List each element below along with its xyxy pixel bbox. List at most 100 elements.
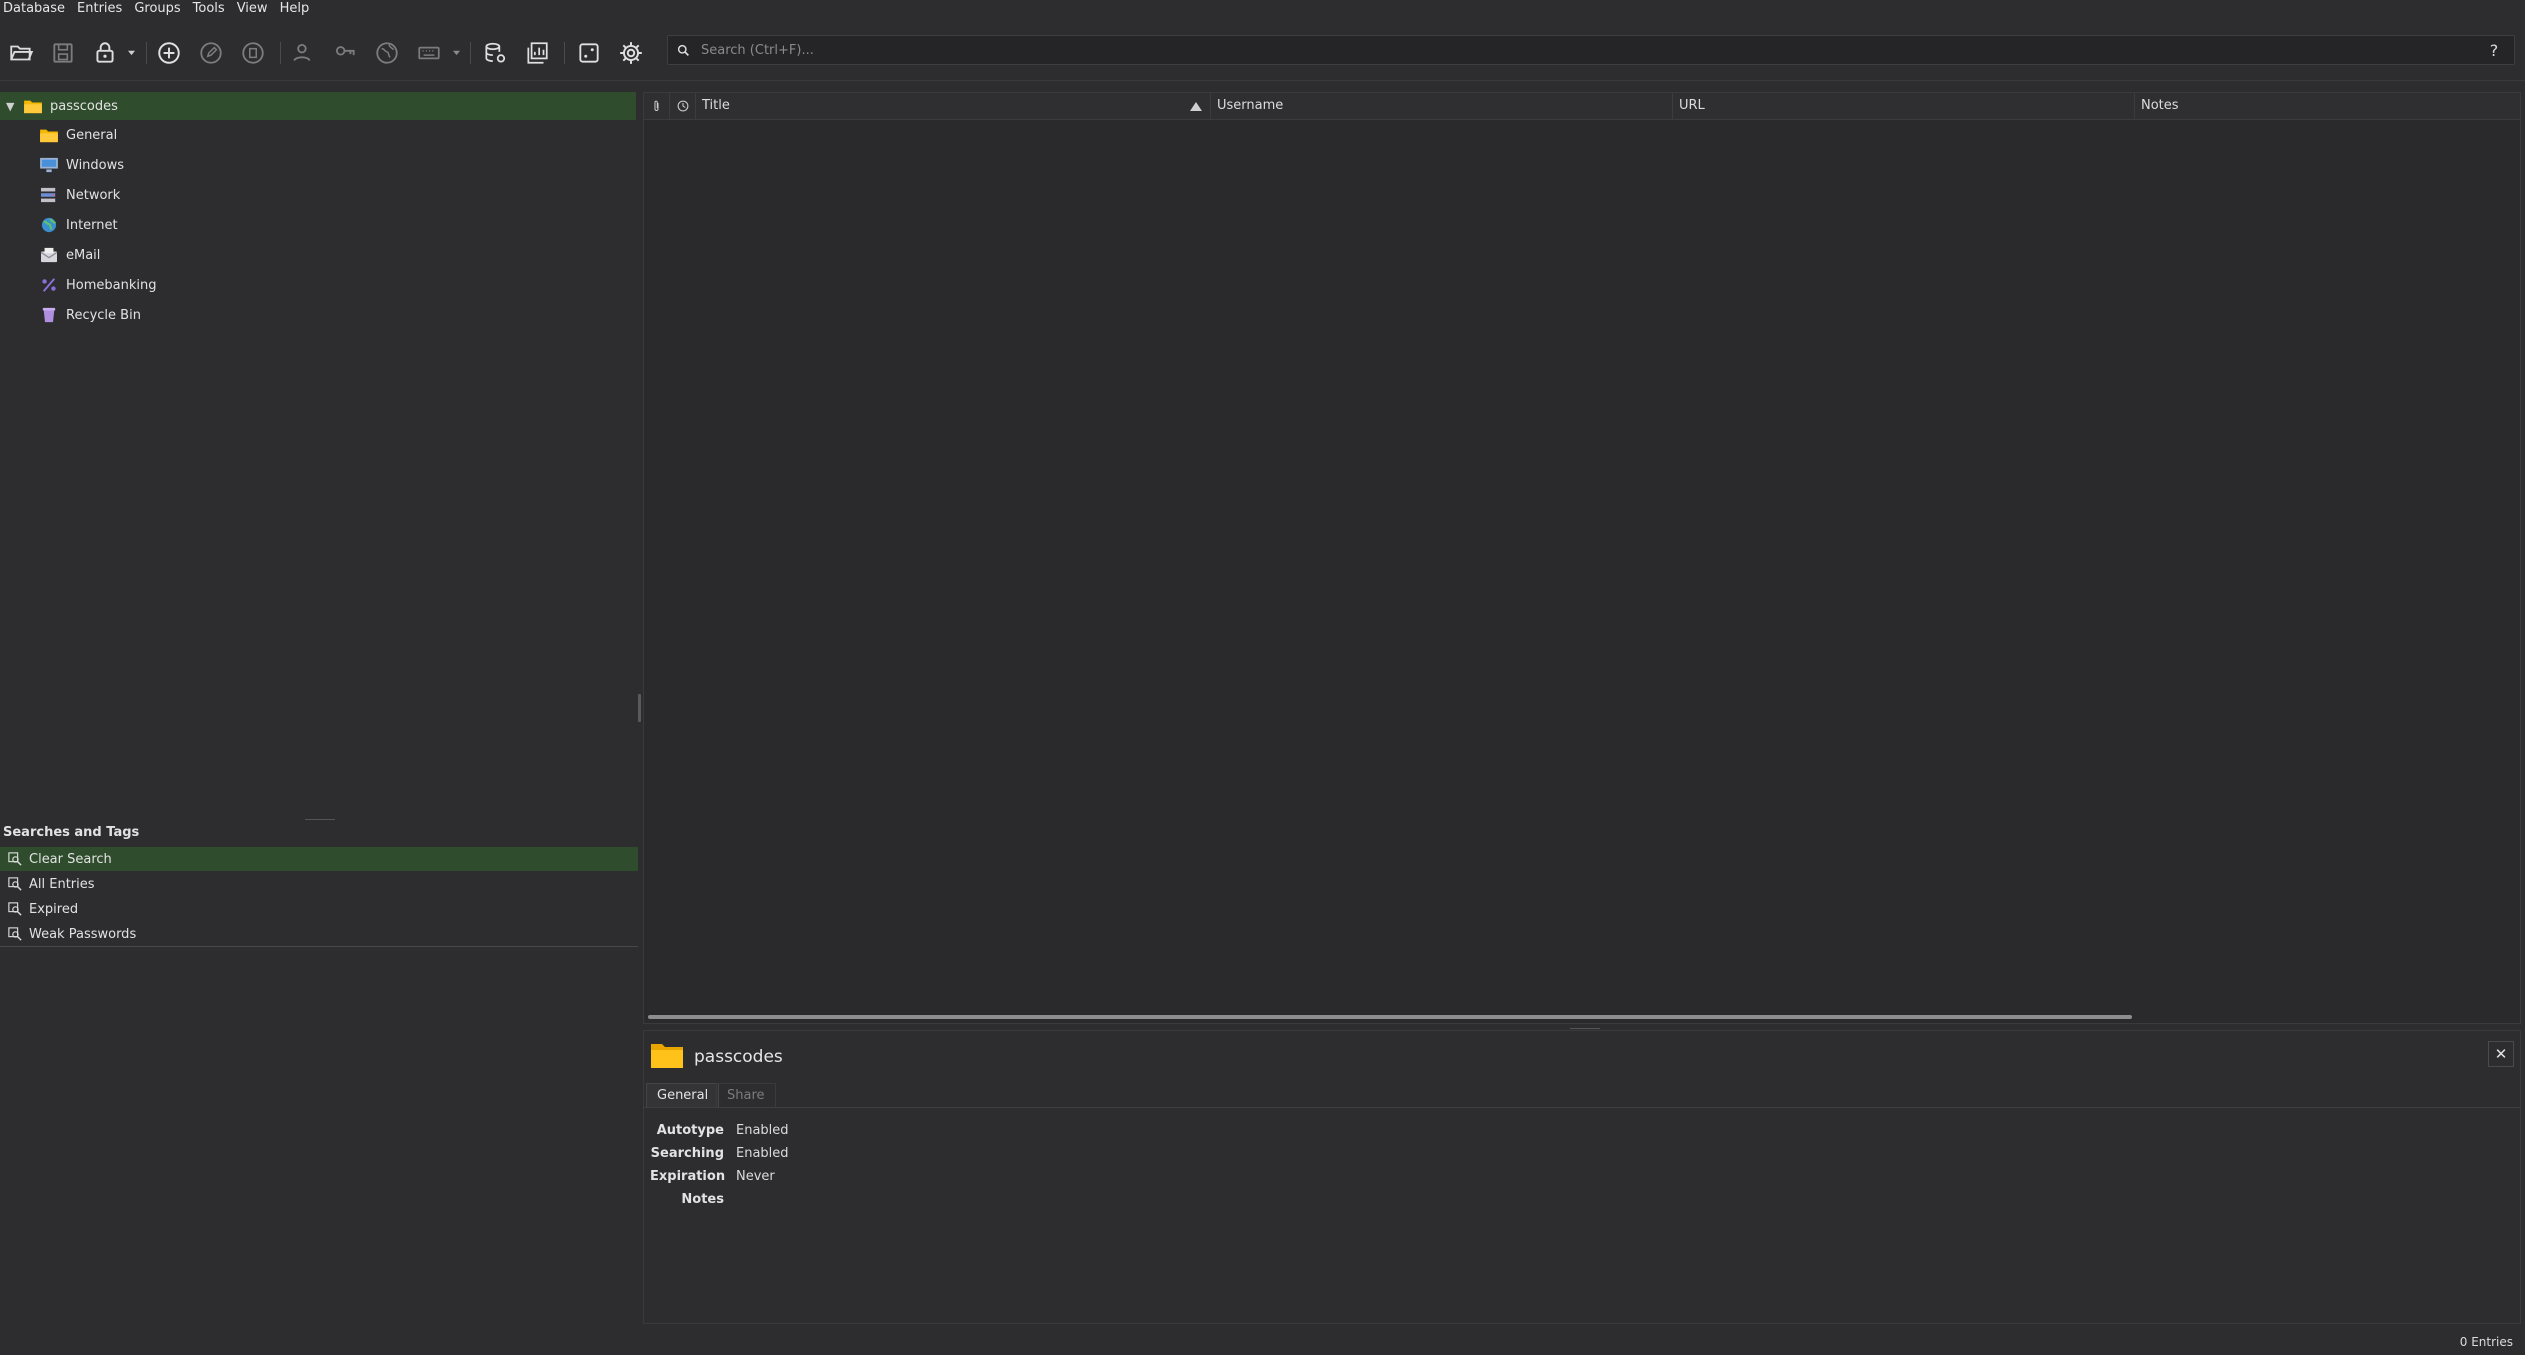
- group-item-general[interactable]: General: [38, 121, 117, 149]
- details-header: passcodes: [650, 1039, 783, 1075]
- column-title[interactable]: Title: [696, 93, 1211, 119]
- copy-password-button[interactable]: [330, 38, 360, 68]
- close-icon: ✕: [2494, 1045, 2508, 1063]
- globe-icon: [376, 42, 398, 64]
- column-username[interactable]: Username: [1211, 93, 1673, 119]
- search-item-label: All Entries: [29, 876, 95, 892]
- searches-divider: [0, 946, 638, 947]
- column-url-label: URL: [1679, 98, 1705, 113]
- key-icon: [335, 46, 355, 56]
- detail-row-searching: Searching Enabled: [650, 1142, 789, 1164]
- clock-icon: [677, 100, 688, 112]
- copy-username-button[interactable]: [288, 38, 318, 68]
- lock-database-button[interactable]: [90, 38, 120, 68]
- saved-search-icon: [7, 901, 23, 917]
- column-url[interactable]: URL: [1673, 93, 2135, 119]
- group-item-homebanking[interactable]: Homebanking: [38, 271, 156, 299]
- trash-circle-icon: [242, 42, 264, 64]
- group-root-passcodes[interactable]: ▼ passcodes: [0, 92, 636, 120]
- copy-url-button[interactable]: [372, 38, 402, 68]
- group-label: Windows: [66, 157, 125, 173]
- tab-share[interactable]: Share: [716, 1083, 776, 1107]
- status-entry-count: 0 Entries: [2459, 1335, 2513, 1349]
- reports-button[interactable]: [522, 38, 552, 68]
- column-notes[interactable]: Notes: [2135, 93, 2520, 119]
- database-settings-icon: [485, 42, 506, 63]
- group-tree: ▼ passcodes General Windows Network Inte…: [0, 92, 640, 812]
- search-item-label: Expired: [29, 901, 79, 917]
- menu-help[interactable]: Help: [276, 0, 318, 20]
- detail-row-notes: Notes: [650, 1188, 736, 1210]
- panel-splitter-handle[interactable]: [638, 694, 641, 722]
- toolbar-separator: [280, 42, 281, 64]
- settings-button[interactable]: [616, 38, 646, 68]
- detail-row-autotype: Autotype Enabled: [650, 1119, 789, 1141]
- group-label: Internet: [66, 217, 118, 233]
- group-item-recycle-bin[interactable]: Recycle Bin: [38, 301, 141, 329]
- toolbar-separator: [146, 42, 147, 64]
- open-database-button[interactable]: [6, 38, 36, 68]
- group-item-email[interactable]: eMail: [38, 241, 100, 269]
- group-label: passcodes: [50, 98, 118, 114]
- network-server-icon: [38, 185, 60, 205]
- menu-view[interactable]: View: [233, 0, 276, 20]
- group-item-windows[interactable]: Windows: [38, 151, 124, 179]
- autotype-button[interactable]: [414, 38, 444, 68]
- password-generator-button[interactable]: [574, 38, 604, 68]
- entry-table[interactable]: Title Username URL Notes: [643, 92, 2521, 1024]
- saved-search-icon: [7, 926, 23, 942]
- database-settings-button[interactable]: [480, 38, 510, 68]
- detail-value: Enabled: [736, 1145, 789, 1161]
- menu-bar: Database Entries Groups Tools View Help: [0, 0, 2525, 20]
- group-label: Recycle Bin: [66, 307, 141, 323]
- group-item-internet[interactable]: Internet: [38, 211, 118, 239]
- tab-general[interactable]: General: [646, 1083, 720, 1107]
- search-item-label: Clear Search: [29, 851, 112, 867]
- close-details-button[interactable]: ✕: [2488, 1041, 2514, 1067]
- menu-tools[interactable]: Tools: [189, 0, 233, 20]
- save-database-button[interactable]: [48, 38, 78, 68]
- search-item-label: Weak Passwords: [29, 926, 137, 942]
- sort-ascending-icon: [1190, 102, 1202, 111]
- menu-database[interactable]: Database: [0, 0, 73, 20]
- user-icon: [293, 43, 311, 62]
- group-item-network[interactable]: Network: [38, 181, 120, 209]
- search-input[interactable]: [699, 41, 2482, 59]
- detail-value: Never: [736, 1168, 775, 1184]
- horizontal-scrollbar[interactable]: [648, 1015, 2132, 1019]
- search-item-all-entries[interactable]: All Entries: [0, 872, 638, 896]
- column-notes-label: Notes: [2141, 98, 2179, 113]
- collapse-arrow-icon[interactable]: ▼: [6, 100, 18, 113]
- detail-row-expiration: Expiration Never: [650, 1165, 775, 1187]
- pencil-circle-icon: [200, 42, 222, 64]
- column-attachment[interactable]: [644, 93, 670, 119]
- edit-entry-button[interactable]: [196, 38, 226, 68]
- menu-entries[interactable]: Entries: [73, 0, 130, 20]
- details-group-name: passcodes: [694, 1047, 783, 1067]
- group-label: General: [66, 127, 118, 143]
- group-label: Homebanking: [66, 277, 157, 293]
- searches-splitter-handle[interactable]: [305, 819, 335, 820]
- details-splitter-handle[interactable]: [1570, 1028, 1600, 1029]
- caret-down-icon: [127, 50, 135, 55]
- menu-groups[interactable]: Groups: [130, 0, 188, 20]
- detail-key: Expiration: [650, 1168, 726, 1184]
- monitor-icon: [38, 155, 60, 175]
- column-expiration[interactable]: [670, 93, 696, 119]
- saved-search-icon: [7, 851, 23, 867]
- search-item-clear-search[interactable]: Clear Search: [0, 847, 638, 871]
- keyboard-icon: [418, 46, 440, 60]
- toolbar-divider: [0, 80, 2525, 81]
- percent-icon: [38, 275, 60, 295]
- search-help-button[interactable]: ?: [2482, 38, 2506, 62]
- search-item-expired[interactable]: Expired: [0, 897, 638, 921]
- search-item-weak-passwords[interactable]: Weak Passwords: [0, 922, 638, 946]
- group-label: Network: [66, 187, 121, 203]
- delete-entry-button[interactable]: [238, 38, 268, 68]
- add-entry-button[interactable]: [154, 38, 184, 68]
- lock-dropdown-button[interactable]: [127, 48, 135, 56]
- autotype-dropdown-button[interactable]: [452, 48, 460, 56]
- gear-icon: [620, 42, 642, 64]
- mail-icon: [38, 245, 60, 265]
- detail-key: Autotype: [656, 1122, 724, 1138]
